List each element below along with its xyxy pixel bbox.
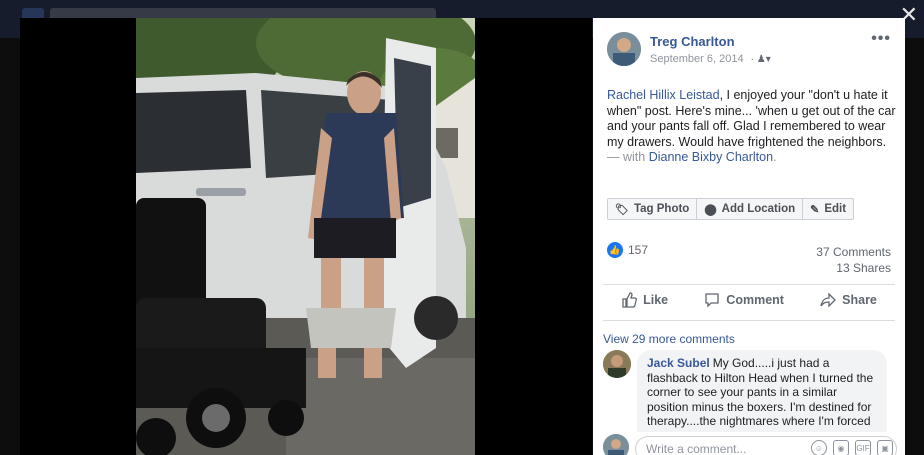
- camera-icon[interactable]: ◉: [833, 440, 849, 455]
- tag-photo-label: Tag Photo: [633, 203, 690, 215]
- sticker-icon[interactable]: ▣: [877, 440, 893, 455]
- comment-count[interactable]: 37 Comments: [816, 244, 891, 260]
- with-suffix: .: [773, 150, 777, 164]
- write-comment-row: Write a comment... ☺ ◉ GIF ▣: [593, 432, 905, 455]
- share-label: Share: [842, 293, 877, 307]
- author-avatar[interactable]: [607, 32, 641, 66]
- edit-button[interactable]: ✎ Edit: [803, 199, 853, 219]
- with-prefix: — with: [607, 150, 649, 164]
- action-bar: Like Comment Share: [603, 292, 895, 308]
- share-count[interactable]: 13 Shares: [816, 260, 891, 276]
- add-location-button[interactable]: ⬤ Add Location: [697, 199, 804, 219]
- photo-image: [136, 18, 475, 455]
- post-photo[interactable]: [136, 18, 475, 455]
- comment-input-tools: ☺ ◉ GIF ▣: [811, 440, 893, 455]
- commenter-name[interactable]: Jack Subel: [647, 356, 710, 370]
- current-user-avatar: [603, 434, 629, 455]
- like-button[interactable]: Like: [621, 292, 668, 308]
- gif-icon[interactable]: GIF: [855, 440, 871, 455]
- photo-viewer: ✕ Treg Charlton September 6, 2014 · ♟▾ •…: [0, 0, 924, 455]
- engagement-counts: 37 Comments 13 Shares: [816, 244, 891, 276]
- photo-area: [20, 18, 592, 455]
- location-pin-icon: ⬤: [704, 203, 717, 216]
- more-options-icon[interactable]: •••: [871, 30, 891, 48]
- avatar-image: [607, 32, 641, 66]
- photo-tools: 🏷 Tag Photo ⬤ Add Location ✎ Edit: [607, 198, 855, 220]
- post-date: September 6, 2014 · ♟▾: [650, 53, 771, 65]
- reaction-count: 157: [628, 243, 649, 257]
- comment-bubble-icon: [705, 293, 719, 308]
- divider: [603, 320, 895, 321]
- current-user-avatar-image: [603, 434, 629, 455]
- like-label: Like: [643, 293, 669, 307]
- post-text: Rachel Hillix Leistad, I enjoyed your "d…: [607, 88, 897, 166]
- comment-button[interactable]: Comment: [704, 292, 784, 308]
- divider: [603, 284, 895, 285]
- author-name[interactable]: Treg Charlton: [650, 34, 735, 49]
- add-location-label: Add Location: [721, 203, 796, 215]
- like-reaction-icon: 👍: [607, 242, 623, 258]
- commenter-avatar-image: [603, 350, 631, 378]
- tag-photo-button[interactable]: 🏷 Tag Photo: [608, 199, 698, 219]
- comment-input-placeholder: Write a comment...: [646, 442, 747, 455]
- share-arrow-icon: [820, 292, 837, 308]
- commenter-avatar[interactable]: [603, 350, 631, 378]
- view-more-comments-link[interactable]: View 29 more comments: [603, 332, 735, 346]
- post-date-text[interactable]: September 6, 2014: [650, 53, 744, 65]
- comment-bubble: Jack Subel My God.....i just had a flashb…: [637, 350, 887, 444]
- share-button[interactable]: Share: [820, 292, 877, 308]
- mention-link[interactable]: Rachel Hillix Leistad: [607, 88, 720, 102]
- post-panel: Treg Charlton September 6, 2014 · ♟▾ •••…: [593, 18, 905, 455]
- tagged-person-link[interactable]: Dianne Bixby Charlton: [649, 150, 773, 164]
- reactions-summary[interactable]: 👍 157: [607, 242, 648, 258]
- emoji-icon[interactable]: ☺: [811, 440, 827, 455]
- edit-label: Edit: [824, 203, 847, 215]
- audience-icon[interactable]: · ♟▾: [751, 54, 771, 65]
- comment-label: Comment: [726, 293, 784, 307]
- pencil-icon: ✎: [810, 203, 820, 216]
- thumbs-up-icon: [622, 292, 638, 308]
- tag-icon: 🏷: [615, 203, 629, 216]
